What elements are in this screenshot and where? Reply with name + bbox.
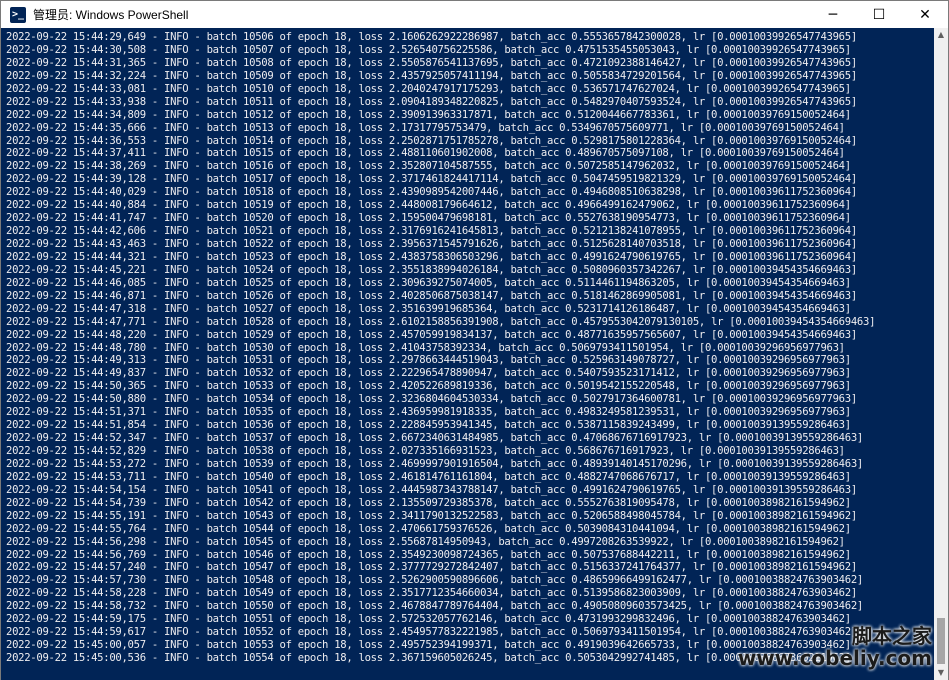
log-line: 2022-09-22 15:44:51,371 - INFO - batch 1…: [6, 406, 851, 419]
log-line: 2022-09-22 15:44:57,730 - INFO - batch 1…: [6, 574, 863, 587]
log-line: 2022-09-22 15:44:32,224 - INFO - batch 1…: [6, 69, 857, 82]
log-line: 2022-09-22 15:44:55,764 - INFO - batch 1…: [6, 522, 851, 535]
watermark-line-1: 脚本之家: [852, 624, 932, 648]
log-line: 2022-09-22 15:44:58,228 - INFO - batch 1…: [6, 587, 857, 600]
window-title: 管理员: Windows PowerShell: [33, 8, 189, 22]
log-line: 2022-09-22 15:44:40,884 - INFO - batch 1…: [6, 199, 851, 212]
log-line: 2022-09-22 15:44:56,769 - INFO - batch 1…: [6, 548, 851, 561]
log-line: 2022-09-22 15:44:54,739 - INFO - batch 1…: [6, 496, 851, 509]
log-line: 2022-09-22 15:44:29,649 - INFO - batch 1…: [6, 31, 857, 43]
log-line: 2022-09-22 15:44:36,553 - INFO - batch 1…: [6, 134, 857, 147]
watermark-logo: 脚本之家 www.cobeliy.com: [738, 625, 932, 669]
log-line: 2022-09-22 15:44:38,269 - INFO - batch 1…: [6, 160, 851, 173]
log-line: 2022-09-22 15:44:37,411 - INFO - batch 1…: [6, 147, 845, 160]
log-line: 2022-09-22 15:44:34,809 - INFO - batch 1…: [6, 108, 851, 121]
maximize-button[interactable]: ☐: [856, 1, 902, 28]
log-line: 2022-09-22 15:44:42,606 - INFO - batch 1…: [6, 225, 857, 238]
log-line: 2022-09-22 15:44:35,666 - INFO - batch 1…: [6, 121, 845, 134]
log-line: 2022-09-22 15:44:55,191 - INFO - batch 1…: [6, 509, 857, 522]
log-line: 2022-09-22 15:44:52,347 - INFO - batch 1…: [6, 432, 863, 445]
log-line: 2022-09-22 15:44:54,154 - INFO - batch 1…: [6, 483, 857, 496]
scroll-up-icon[interactable]: ▲: [934, 28, 948, 42]
log-line: 2022-09-22 15:44:50,880 - INFO - batch 1…: [6, 393, 857, 406]
minimize-button[interactable]: ─: [810, 1, 856, 28]
log-line: 2022-09-22 15:44:50,365 - INFO - batch 1…: [6, 380, 851, 393]
log-line: 2022-09-22 15:44:33,081 - INFO - batch 1…: [6, 82, 851, 95]
scroll-thumb[interactable]: [937, 618, 945, 664]
log-line: 2022-09-22 15:44:47,318 - INFO - batch 1…: [6, 302, 851, 315]
log-line: 2022-09-22 15:44:49,837 - INFO - batch 1…: [6, 367, 851, 380]
scroll-down-icon[interactable]: ▼: [934, 666, 948, 680]
log-line: 2022-09-22 15:44:44,321 - INFO - batch 1…: [6, 250, 857, 263]
log-line: 2022-09-22 15:44:46,871 - INFO - batch 1…: [6, 289, 857, 302]
log-line: 2022-09-22 15:44:45,221 - INFO - batch 1…: [6, 263, 857, 276]
log-line: 2022-09-22 15:44:51,854 - INFO - batch 1…: [6, 419, 851, 432]
log-line: 2022-09-22 15:44:48,220 - INFO - batch 1…: [6, 328, 857, 341]
watermark-line-2: www.cobeliy.com: [737, 646, 932, 670]
log-line: 2022-09-22 15:44:57,240 - INFO - batch 1…: [6, 561, 857, 574]
log-line: 2022-09-22 15:44:40,029 - INFO - batch 1…: [6, 186, 857, 199]
log-line: 2022-09-22 15:44:48,780 - INFO - batch 1…: [6, 341, 845, 354]
log-line: 2022-09-22 15:44:39,128 - INFO - batch 1…: [6, 173, 857, 186]
log-line: 2022-09-22 15:44:52,829 - INFO - batch 1…: [6, 445, 845, 457]
powershell-icon[interactable]: >_: [10, 6, 26, 23]
log-line: 2022-09-22 15:44:53,711 - INFO - batch 1…: [6, 470, 851, 483]
vertical-scrollbar[interactable]: ▲ ▼: [934, 28, 948, 680]
log-lines: 2022-09-22 15:44:29,649 - INFO - batch 1…: [6, 31, 875, 665]
log-line: 2022-09-22 15:44:47,771 - INFO - batch 1…: [6, 315, 876, 328]
console-output[interactable]: 2022-09-22 15:44:29,649 - INFO - batch 1…: [1, 28, 935, 680]
log-line: 2022-09-22 15:44:56,298 - INFO - batch 1…: [6, 535, 845, 548]
log-line: 2022-09-22 15:44:33,938 - INFO - batch 1…: [6, 95, 857, 108]
window-controls: ─ ☐ ✕: [810, 1, 948, 28]
log-line: 2022-09-22 15:44:41,747 - INFO - batch 1…: [6, 212, 851, 225]
powershell-window: >_ 管理员: Windows PowerShell ─ ☐ ✕ 2022-09…: [0, 0, 949, 680]
log-line: 2022-09-22 15:44:53,272 - INFO - batch 1…: [6, 457, 863, 470]
title-bar[interactable]: >_ 管理员: Windows PowerShell ─ ☐ ✕: [1, 1, 948, 28]
close-button[interactable]: ✕: [902, 1, 948, 28]
log-line: 2022-09-22 15:44:30,508 - INFO - batch 1…: [6, 43, 851, 56]
log-line: 2022-09-22 15:44:49,313 - INFO - batch 1…: [6, 354, 851, 367]
log-line: 2022-09-22 15:44:31,365 - INFO - batch 1…: [6, 56, 857, 69]
log-line: 2022-09-22 15:44:43,463 - INFO - batch 1…: [6, 238, 857, 250]
log-line: 2022-09-22 15:44:46,085 - INFO - batch 1…: [6, 276, 851, 289]
log-line: 2022-09-22 15:44:58,732 - INFO - batch 1…: [6, 600, 863, 613]
